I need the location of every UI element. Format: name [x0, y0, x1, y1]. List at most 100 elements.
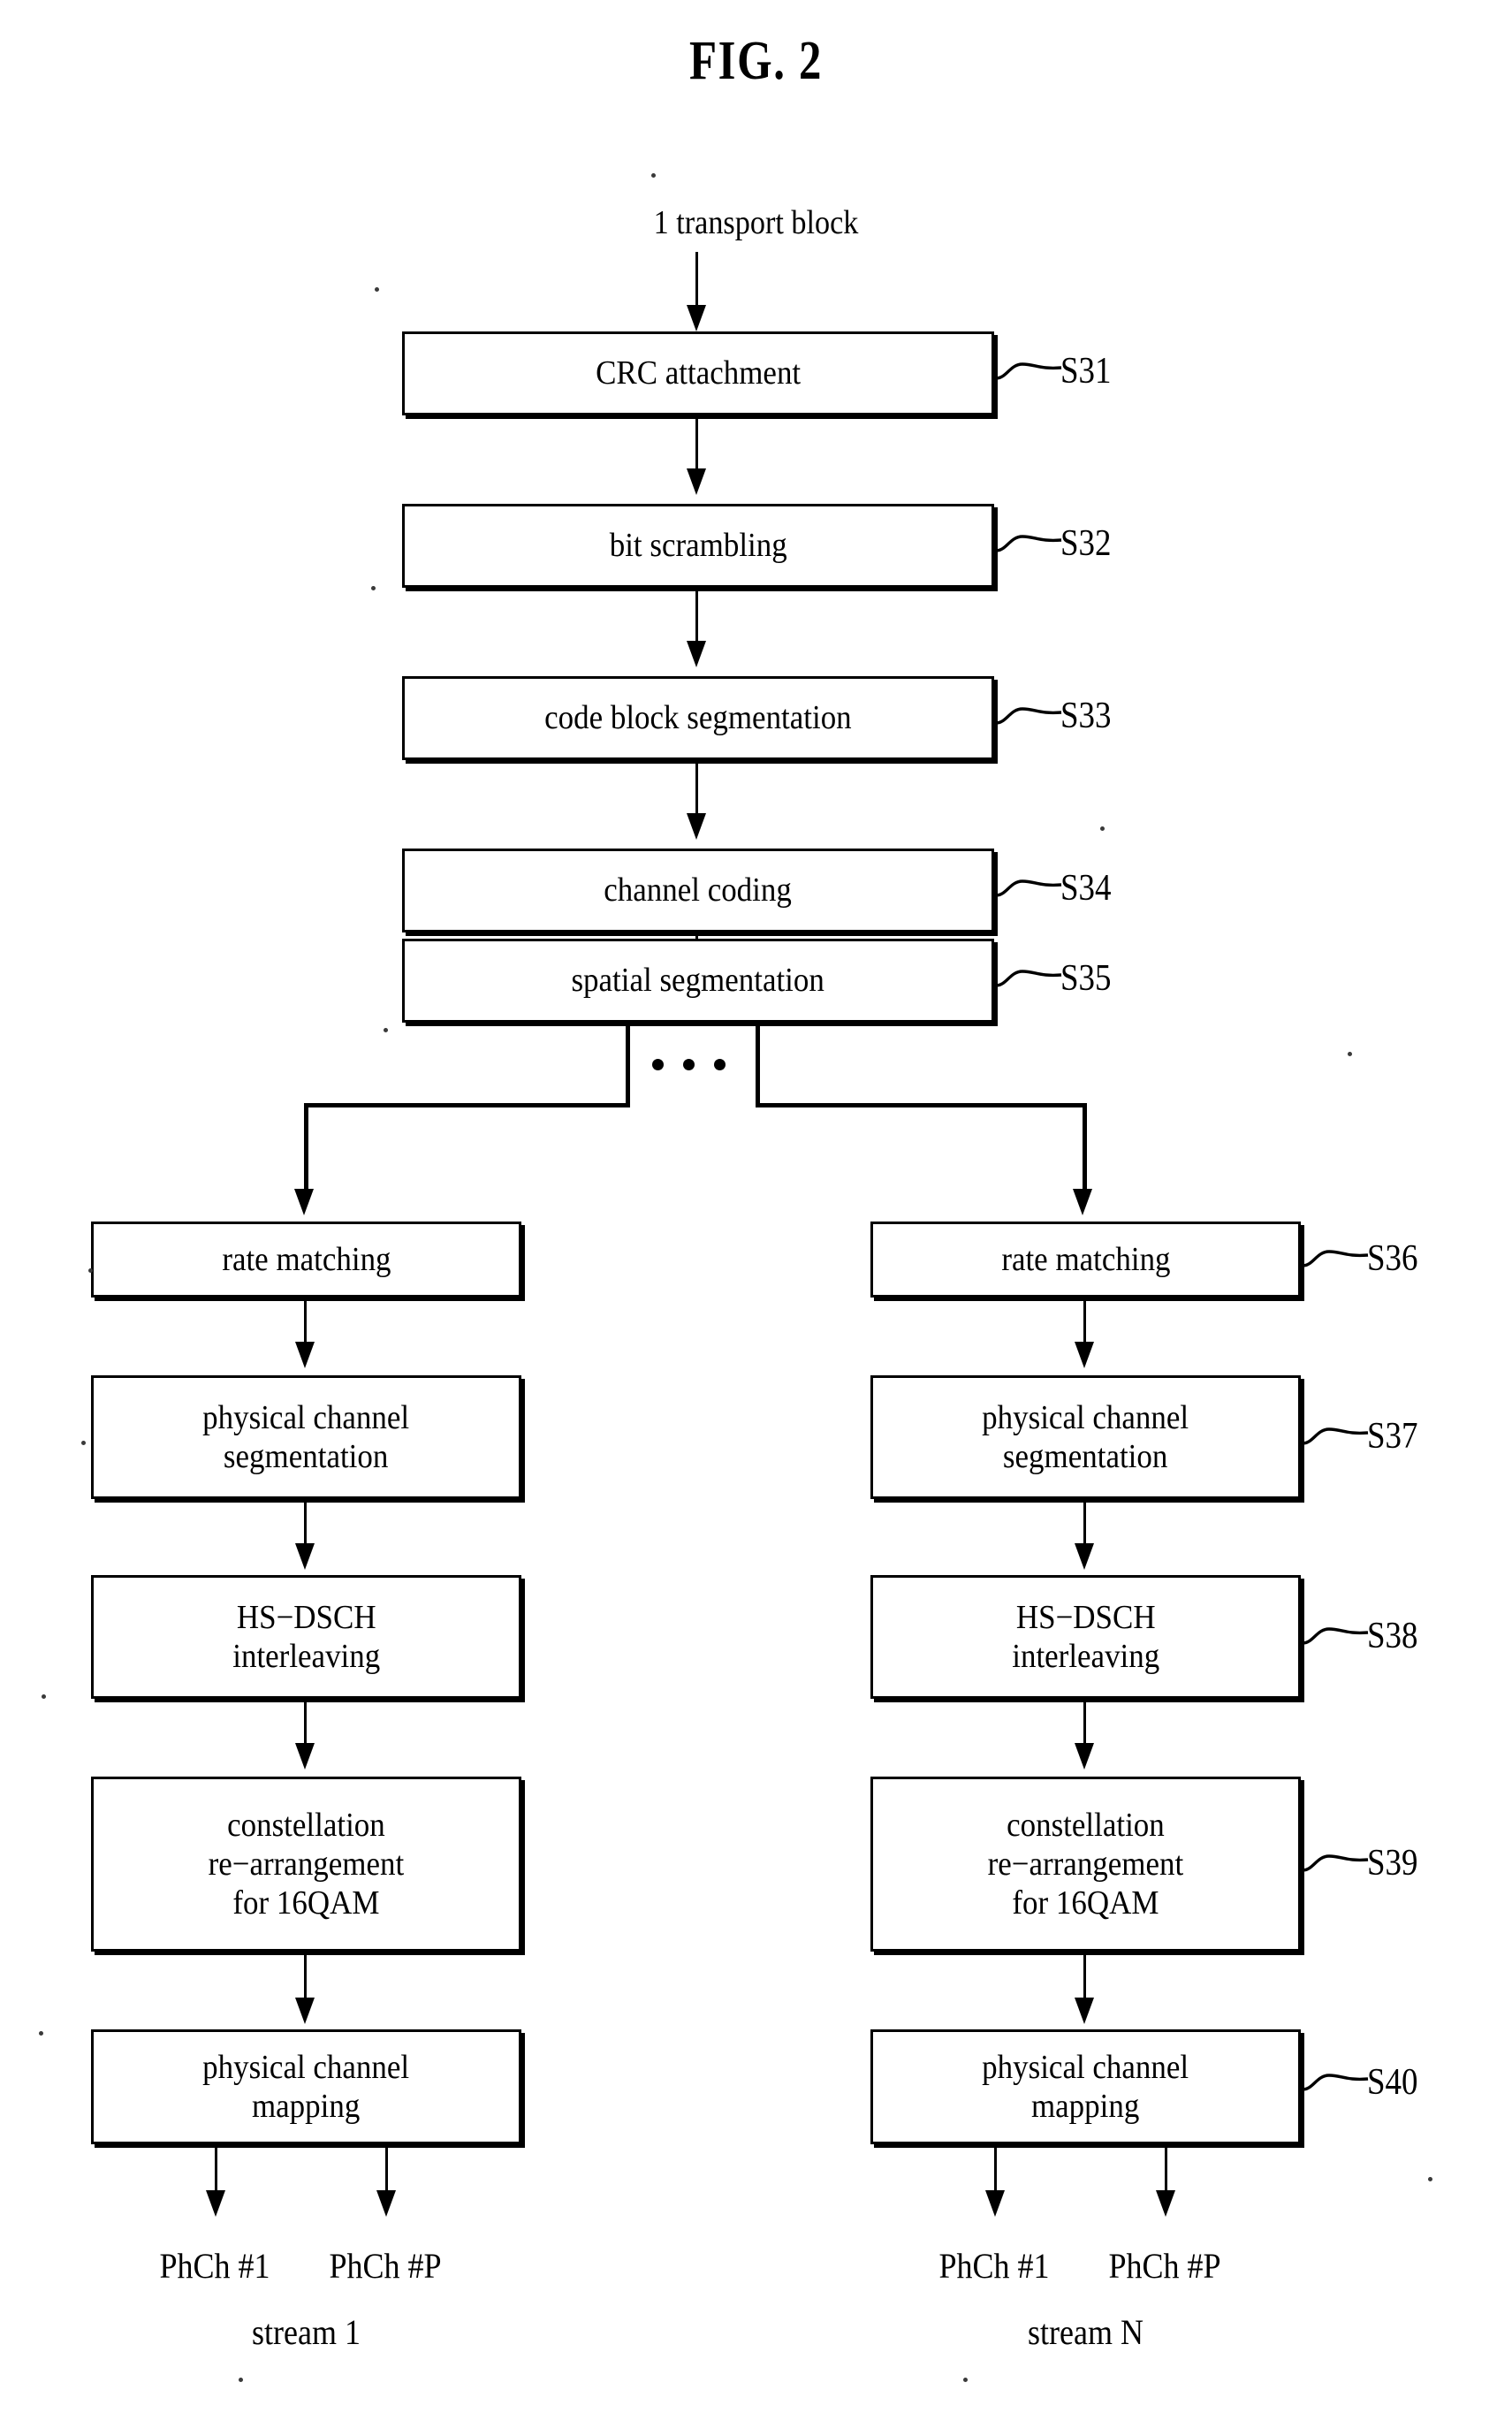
- right-process-box-physical-channel-segmentation[interactable]: physical channel segmentation: [870, 1375, 1301, 1499]
- process-box-label: constellation re−arrangement for 16QAM: [208, 1806, 405, 1922]
- left-connector-1: [304, 1298, 307, 1344]
- left-arrowhead-4: [295, 1998, 315, 2024]
- right-process-box-constellation-rearrangement[interactable]: constellation re−arrangement for 16QAM: [870, 1777, 1301, 1952]
- left-process-box-physical-channel-segmentation[interactable]: physical channel segmentation: [91, 1375, 521, 1499]
- branch-bar-right: [756, 1103, 1086, 1107]
- leader-squiggle-s39: [1302, 1854, 1369, 1872]
- process-box-channel-coding[interactable]: channel coding: [402, 849, 994, 932]
- step-tag-s37: S37: [1367, 1416, 1418, 1457]
- leader-squiggle-s33: [995, 707, 1062, 725]
- step-tag-s38: S38: [1367, 1616, 1418, 1656]
- scan-speck: [1100, 826, 1105, 831]
- left-output-connector-1: [215, 2144, 217, 2193]
- leader-squiggle-s40: [1302, 2074, 1369, 2091]
- step-tag-s31: S31: [1060, 351, 1112, 392]
- left-connector-4: [304, 1952, 307, 2000]
- right-connector-1: [1083, 1298, 1086, 1344]
- arrowhead-s32-s33: [687, 641, 706, 667]
- right-output-label-2: PhCh #P: [1108, 2246, 1221, 2286]
- figure-title: FIG. 2: [688, 31, 824, 91]
- left-arrowhead-2: [295, 1543, 315, 1570]
- arrowhead-branch-right: [1073, 1189, 1092, 1215]
- scan-speck: [81, 1441, 86, 1445]
- process-box-label: physical channel segmentation: [982, 1398, 1189, 1475]
- connector-s31-s32: [695, 415, 698, 473]
- left-connector-3: [304, 1699, 307, 1746]
- right-process-box-hs-dsch-interleaving[interactable]: HS−DSCH interleaving: [870, 1575, 1301, 1699]
- process-box-label: CRC attachment: [595, 354, 802, 392]
- scan-speck: [371, 586, 376, 590]
- right-arrowhead-2: [1075, 1543, 1094, 1570]
- scan-speck: [651, 173, 656, 178]
- right-output-connector-1: [994, 2144, 997, 2193]
- step-tag-s36: S36: [1367, 1238, 1418, 1279]
- right-connector-3: [1083, 1699, 1086, 1746]
- process-box-label: HS−DSCH interleaving: [1012, 1598, 1159, 1675]
- arrowhead-branch-left: [294, 1189, 314, 1215]
- process-box-label: HS−DSCH interleaving: [232, 1598, 380, 1675]
- process-box-label: rate matching: [1000, 1240, 1171, 1278]
- connector-input: [695, 252, 698, 307]
- ellipsis-dot: [714, 1059, 726, 1070]
- process-box-label: code block segmentation: [544, 699, 852, 737]
- process-box-label: channel coding: [604, 871, 793, 910]
- left-process-box-physical-channel-mapping[interactable]: physical channel mapping: [91, 2029, 521, 2144]
- right-arrowhead-3: [1075, 1743, 1094, 1770]
- right-process-box-rate-matching[interactable]: rate matching: [870, 1222, 1301, 1298]
- left-stream-label: stream 1: [252, 2312, 361, 2352]
- leader-squiggle-s34: [995, 879, 1062, 897]
- leader-squiggle-s38: [1302, 1627, 1369, 1645]
- left-connector-2: [304, 1499, 307, 1546]
- scan-speck: [42, 1694, 46, 1699]
- scan-speck: [39, 2031, 43, 2036]
- scan-speck: [375, 287, 379, 292]
- scan-speck: [88, 1268, 93, 1273]
- step-tag-s40: S40: [1367, 2062, 1418, 2103]
- right-stream-label: stream N: [1028, 2312, 1143, 2352]
- left-output-arrowhead-1: [206, 2190, 225, 2217]
- right-connector-4: [1083, 1952, 1086, 2000]
- branch-down-right: [1083, 1103, 1087, 1191]
- scan-speck: [1348, 1052, 1352, 1056]
- patent-figure-page: FIG. 2 1 transport block CRC attachment …: [0, 0, 1512, 2428]
- step-tag-s39: S39: [1367, 1843, 1418, 1884]
- step-tag-s34: S34: [1060, 868, 1112, 909]
- process-box-label: rate matching: [221, 1240, 391, 1278]
- left-process-box-hs-dsch-interleaving[interactable]: HS−DSCH interleaving: [91, 1575, 521, 1699]
- process-box-label: physical channel segmentation: [202, 1398, 410, 1475]
- left-process-box-constellation-rearrangement[interactable]: constellation re−arrangement for 16QAM: [91, 1777, 521, 1952]
- branch-drop-right: [756, 1023, 760, 1107]
- arrowhead-input: [687, 305, 706, 331]
- step-tag-s33: S33: [1060, 696, 1112, 736]
- right-output-arrowhead-2: [1156, 2190, 1175, 2217]
- left-process-box-rate-matching[interactable]: rate matching: [91, 1222, 521, 1298]
- scan-speck: [239, 2378, 243, 2382]
- process-box-label: constellation re−arrangement for 16QAM: [987, 1806, 1184, 1922]
- leader-squiggle-s31: [995, 362, 1062, 380]
- left-arrowhead-3: [295, 1743, 315, 1770]
- scan-speck: [963, 2378, 968, 2382]
- left-arrowhead-1: [295, 1342, 315, 1368]
- process-box-code-block-segmentation[interactable]: code block segmentation: [402, 676, 994, 760]
- scan-speck: [384, 1028, 388, 1032]
- process-box-crc-attachment[interactable]: CRC attachment: [402, 331, 994, 415]
- connector-s32-s33: [695, 588, 698, 645]
- step-tag-s32: S32: [1060, 523, 1112, 564]
- right-process-box-physical-channel-mapping[interactable]: physical channel mapping: [870, 2029, 1301, 2144]
- scan-speck: [1428, 2177, 1432, 2181]
- process-box-label: bit scrambling: [609, 527, 787, 565]
- leader-squiggle-s36: [1302, 1250, 1369, 1267]
- left-output-connector-2: [385, 2144, 388, 2193]
- process-box-label: physical channel mapping: [202, 2048, 410, 2125]
- input-label: 1 transport block: [653, 204, 859, 241]
- process-box-spatial-segmentation[interactable]: spatial segmentation: [402, 939, 994, 1023]
- arrowhead-s33-s34: [687, 813, 706, 840]
- right-arrowhead-4: [1075, 1998, 1094, 2024]
- step-tag-s35: S35: [1060, 958, 1112, 999]
- process-box-label: spatial segmentation: [571, 962, 825, 1000]
- leader-squiggle-s35: [995, 970, 1062, 987]
- branch-bar-left: [304, 1103, 630, 1107]
- left-output-label-2: PhCh #P: [329, 2246, 442, 2286]
- process-box-bit-scrambling[interactable]: bit scrambling: [402, 504, 994, 588]
- right-output-arrowhead-1: [985, 2190, 1005, 2217]
